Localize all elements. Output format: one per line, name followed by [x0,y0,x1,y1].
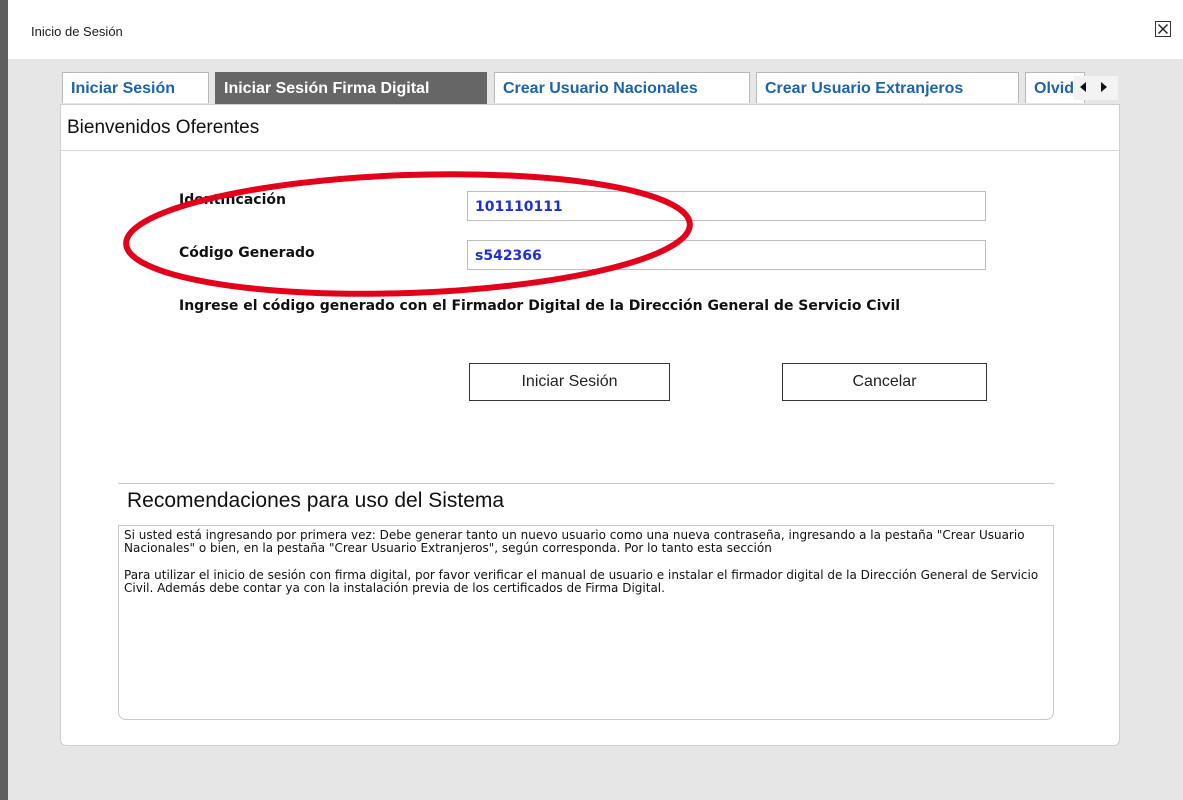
identificacion-input[interactable]: 101110111 [467,191,986,221]
codigo-generado-input[interactable]: s542366 [467,240,986,270]
tab-crear-usuario-nacionales[interactable]: Crear Usuario Nacionales [494,72,750,103]
recommendation-paragraph: Si usted está ingresando por primera vez… [124,528,1025,555]
close-button[interactable] [1155,21,1171,37]
arrow-left-icon[interactable] [1080,82,1086,92]
arrow-right-icon[interactable] [1101,82,1107,92]
section-divider [118,483,1054,484]
codigo-generado-label: Código Generado [179,245,315,261]
dialog-title: Inicio de Sesión [31,24,123,39]
close-icon [1158,24,1168,34]
instruction-text: Ingrese el código generado con el Firmad… [179,298,901,314]
recommendations-box: Si usted está ingresando por primera vez… [118,525,1054,720]
tab-iniciar-sesion[interactable]: Iniciar Sesión [62,72,209,103]
recommendation-paragraph: Para utilizar el inicio de sesión con fi… [124,568,1039,595]
recommendations-title: Recomendaciones para uso del Sistema [127,489,505,512]
panel-header: Bienvenidos Oferentes [61,105,1119,151]
tab-scroll-buttons [1074,76,1118,100]
identificacion-label: Identificación [179,192,286,208]
tab-crear-usuario-extranjeros[interactable]: Crear Usuario Extranjeros [756,72,1019,103]
tab-strip: Iniciar Sesión Iniciar Sesión Firma Digi… [62,72,1122,104]
login-button[interactable]: Iniciar Sesión [469,363,670,401]
cancel-button[interactable]: Cancelar [782,363,987,401]
panel-title: Bienvenidos Oferentes [67,117,260,138]
window-edge [0,0,8,800]
tab-iniciar-sesion-firma-digital[interactable]: Iniciar Sesión Firma Digital [215,72,487,104]
